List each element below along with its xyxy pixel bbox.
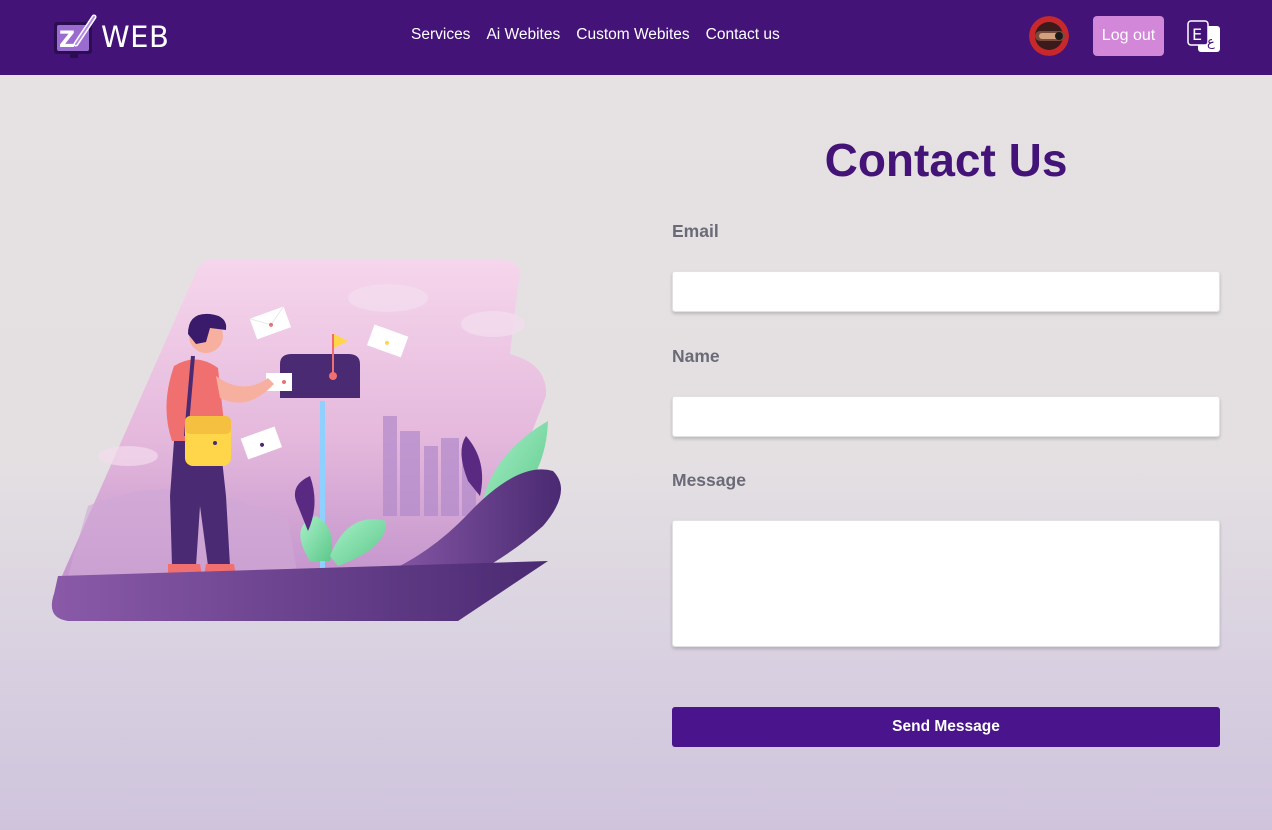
main-nav: Services Ai Webites Custom Webites Conta… bbox=[411, 26, 780, 44]
message-field[interactable] bbox=[672, 520, 1220, 647]
nav-link-custom-websites[interactable]: Custom Webites bbox=[576, 26, 689, 44]
logo-icon: Z bbox=[54, 14, 97, 58]
logout-button[interactable]: Log out bbox=[1093, 16, 1164, 56]
name-field[interactable] bbox=[672, 396, 1220, 437]
page-title: Contact Us bbox=[824, 134, 1068, 186]
send-message-button[interactable]: Send Message bbox=[672, 707, 1220, 747]
nav-link-contact-us[interactable]: Contact us bbox=[706, 26, 780, 44]
message-label: Message bbox=[672, 470, 746, 490]
brand-text: WEB bbox=[101, 20, 170, 54]
email-field[interactable] bbox=[672, 271, 1220, 312]
nav-link-ai-websites[interactable]: Ai Webites bbox=[486, 26, 560, 44]
name-label: Name bbox=[672, 346, 720, 366]
svg-text:E: E bbox=[1192, 25, 1202, 44]
brand-logo-link[interactable]: Z WEB bbox=[52, 14, 169, 60]
mailbox-illustration bbox=[51, 260, 561, 621]
user-avatar[interactable] bbox=[1029, 16, 1069, 56]
nav-link-services[interactable]: Services bbox=[411, 26, 470, 44]
email-label: Email bbox=[672, 221, 719, 241]
language-toggle-icon[interactable]: E ع bbox=[1186, 19, 1222, 55]
avatar-image bbox=[1029, 16, 1069, 56]
svg-text:ع: ع bbox=[1207, 35, 1215, 50]
svg-text:Z: Z bbox=[59, 28, 75, 53]
navbar: Z WEB Services Ai Webites Custom Webites… bbox=[0, 0, 1272, 75]
